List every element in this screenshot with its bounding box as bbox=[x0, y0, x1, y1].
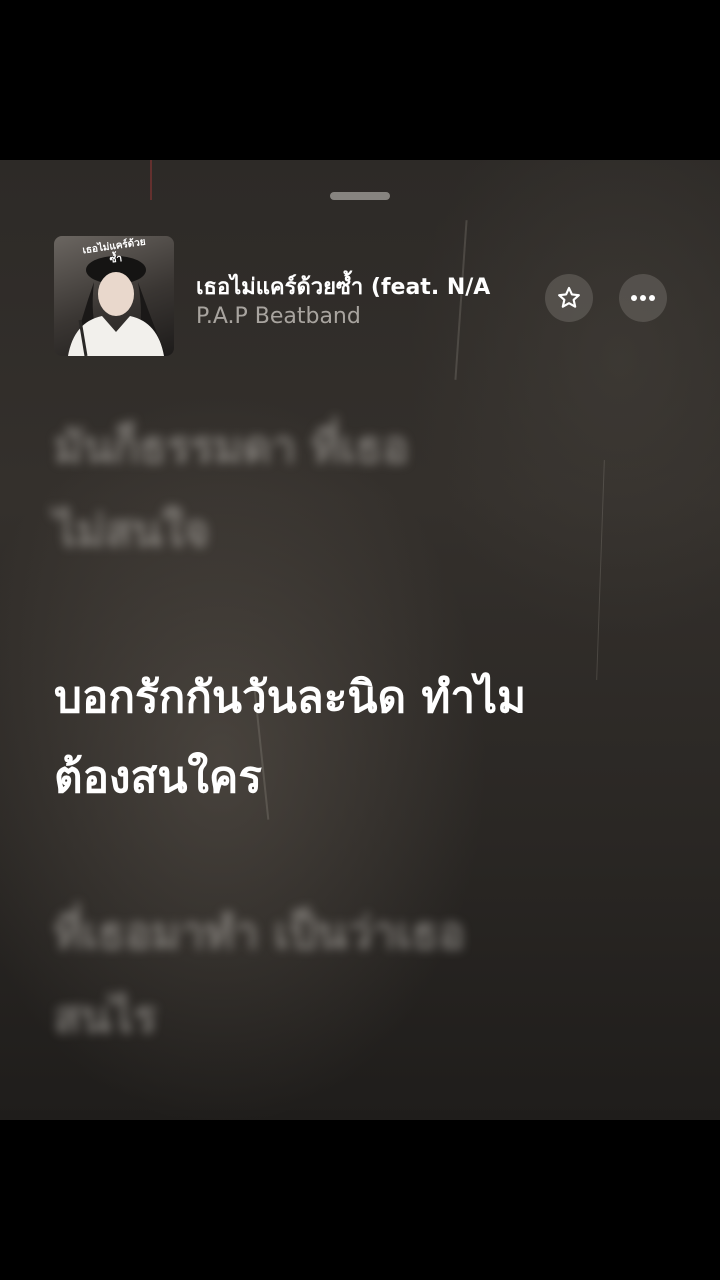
lyric-text: มันก็ธรรมดา ที่เธอ bbox=[54, 422, 409, 473]
more-horizontal-icon bbox=[631, 295, 655, 301]
lyric-line-next[interactable]: ที่เธอมาทำ เป็นว่าเธอ สนไร bbox=[54, 892, 654, 1060]
lyrics-screen: เธอไม่แคร์ด้วยซ้ำ เธอไม่แคร์ด้วยซ้ำ (fea… bbox=[0, 160, 720, 1120]
song-artist[interactable]: P.A.P Beatband bbox=[196, 302, 496, 332]
lyric-text: สนไร bbox=[54, 992, 157, 1043]
album-artwork[interactable]: เธอไม่แคร์ด้วยซ้ำ bbox=[54, 236, 174, 356]
texture-scratch bbox=[150, 160, 152, 200]
more-button[interactable] bbox=[619, 274, 667, 322]
lyric-text: บอกรักกันวันละนิด ทำไม bbox=[54, 672, 527, 723]
lyric-text: ที่เธอมาทำ เป็นว่าเธอ bbox=[54, 908, 465, 959]
lyric-text: ไม่สนใจ bbox=[54, 506, 210, 557]
sheet-grabber[interactable] bbox=[330, 192, 390, 200]
star-icon bbox=[558, 286, 580, 308]
lyric-line-previous[interactable]: มันก็ธรรมดา ที่เธอ ไม่สนใจ bbox=[54, 406, 654, 574]
favorite-button[interactable] bbox=[545, 274, 593, 322]
lyric-line-current[interactable]: บอกรักกันวันละนิด ทำไม ต้องสนใคร bbox=[54, 658, 654, 818]
letterbox-bottom bbox=[0, 1120, 720, 1280]
letterbox-top bbox=[0, 0, 720, 160]
lyric-text: ต้องสนใคร bbox=[54, 752, 262, 803]
